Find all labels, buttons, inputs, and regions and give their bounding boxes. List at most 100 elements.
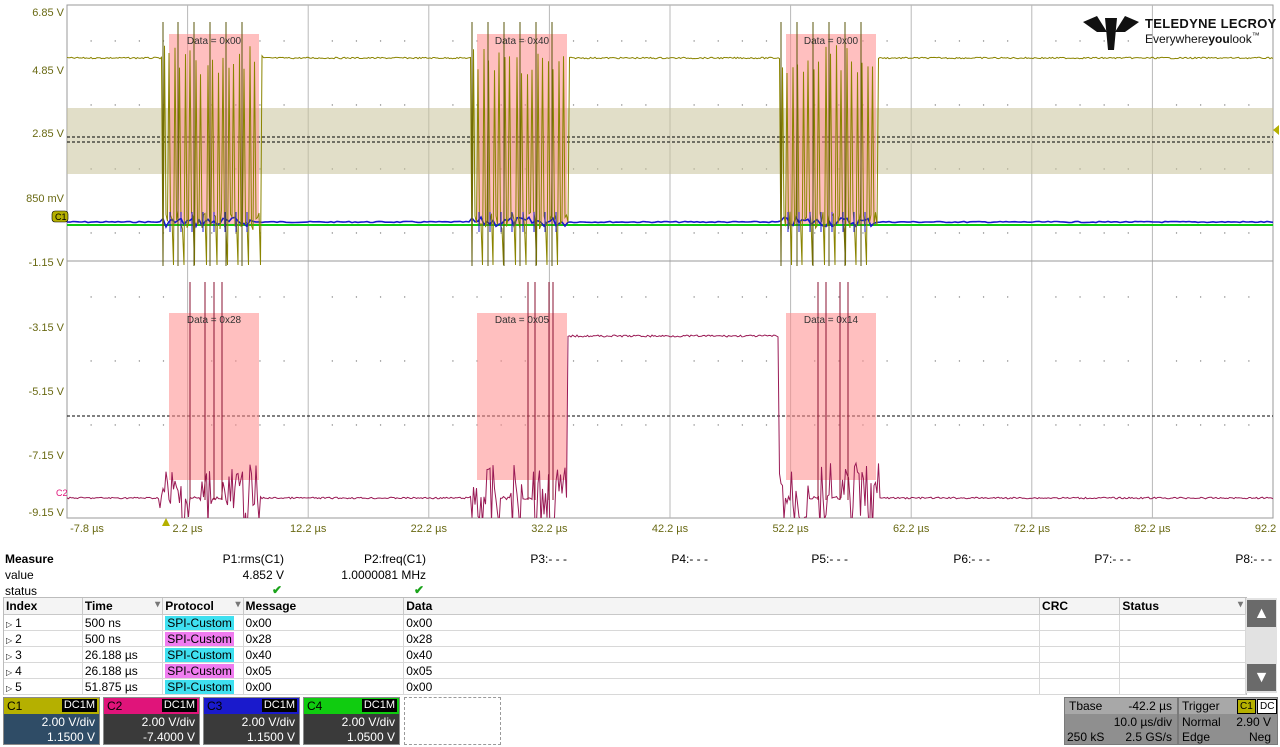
trigger-descriptor[interactable]: Trigger C1 DC Normal 2.90 V Edge Neg — [1178, 697, 1278, 745]
column-header-index[interactable]: Index — [4, 598, 83, 615]
column-header-crc[interactable]: CRC — [1039, 598, 1121, 615]
trigger-mode: Normal — [1182, 715, 1221, 729]
trigger-coupling-badge: DC — [1257, 699, 1278, 714]
table-scrollbar[interactable]: ▲ ▼ — [1246, 598, 1277, 693]
c2-ground-marker[interactable]: C2 — [56, 488, 68, 498]
measure-param-name[interactable]: P1:rms(C1) — [223, 552, 284, 566]
y-axis-tick-label: 4.85 V — [32, 65, 64, 77]
scroll-down-button[interactable]: ▼ — [1247, 664, 1276, 691]
row-time: 26.188 µs — [82, 646, 164, 663]
row-crc — [1039, 662, 1121, 679]
svg-text:C1: C1 — [55, 212, 67, 222]
trigger-type: Edge — [1182, 730, 1211, 744]
decode-data-label: Data = 0x14 — [804, 315, 859, 326]
row-time: 26.188 µs — [82, 662, 164, 679]
brand-name: TELEDYNE LECROY — [1145, 16, 1277, 31]
empty-channel-slot[interactable] — [404, 697, 501, 745]
row-protocol: SPI-Custom — [162, 678, 244, 695]
row-index: ▷ 3 — [4, 646, 83, 663]
x-axis-tick-label: 62.2 µs — [893, 523, 930, 535]
row-status — [1119, 678, 1246, 695]
measure-param-name[interactable]: P7:- - - — [1094, 552, 1131, 566]
measure-param-name[interactable]: P4:- - - — [671, 552, 708, 566]
y-axis-tick-label: -3.15 V — [29, 322, 65, 334]
x-axis-tick-label: 32.2 µs — [531, 523, 568, 535]
row-protocol: SPI-Custom — [162, 662, 244, 679]
x-axis-labels: -7.8 µs 2.2 µs 12.2 µs 22.2 µs 32.2 µs 42.2 µ… — [70, 523, 1280, 535]
y-axis-tick-label: 850 mV — [26, 193, 65, 205]
channel-descriptor-c3[interactable]: C3 DC1M 2.00 V/div 1.1500 V — [203, 697, 300, 745]
c1-ground-marker[interactable]: C1 — [51, 210, 69, 223]
row-data: 0x00 — [403, 678, 1041, 695]
scroll-up-button[interactable]: ▲ — [1247, 600, 1276, 627]
logo-mark-icon — [1083, 16, 1139, 50]
expand-row-icon[interactable]: ▷ — [6, 668, 12, 677]
measure-status-check-icon: ✔ — [413, 583, 424, 597]
channel-vdiv: 2.00 V/div — [141, 715, 195, 729]
expand-row-icon[interactable]: ▷ — [6, 684, 12, 693]
channel-descriptor-c4[interactable]: C4 DC1M 2.00 V/div 1.0500 V — [303, 697, 400, 745]
row-data: 0x00 — [403, 614, 1041, 631]
channel-name: C2 — [107, 699, 123, 713]
measure-param-name[interactable]: P6:- - - — [953, 552, 990, 566]
expand-row-icon[interactable]: ▷ — [6, 620, 12, 629]
table-row[interactable]: ▷ 3 26.188 µs SPI-Custom 0x40 0x40 — [4, 646, 1246, 663]
sort-arrow-icon[interactable]: ▾ — [155, 599, 160, 610]
column-header-protocol[interactable]: Protocol ▾ — [162, 598, 244, 615]
decode-data-label: Data = 0x05 — [495, 315, 550, 326]
table-row[interactable]: ▷ 2 500 ns SPI-Custom 0x28 0x28 — [4, 630, 1246, 647]
row-index: ▷ 5 — [4, 678, 83, 695]
x-axis-tick-label: 52.2 µs — [772, 523, 809, 535]
column-header-time[interactable]: Time ▾ — [82, 598, 164, 615]
sort-arrow-icon[interactable]: ▾ — [236, 599, 241, 610]
channel-name: C3 — [207, 699, 223, 713]
trigger-slope: Neg — [1248, 730, 1271, 744]
measure-param-name[interactable]: P2:freq(C1) — [364, 552, 426, 566]
channel-vdiv: 2.00 V/div — [341, 715, 395, 729]
trigger-level: 2.90 V — [1236, 715, 1271, 729]
channel-offset: 1.1500 V — [246, 730, 295, 744]
row-status — [1119, 646, 1246, 663]
sort-arrow-icon[interactable]: ▾ — [1238, 599, 1243, 610]
row-data: 0x40 — [403, 646, 1041, 663]
y-axis-tick-label: 6.85 V — [32, 7, 64, 19]
measure-param-name[interactable]: P8:- - - — [1235, 552, 1272, 566]
expand-row-icon[interactable]: ▷ — [6, 636, 12, 645]
row-index: ▷ 2 — [4, 630, 83, 647]
y-axis-tick-label: 2.85 V — [32, 128, 64, 140]
row-message: 0x40 — [243, 646, 405, 663]
channel-descriptor-c1[interactable]: C1 DC1M 2.00 V/div 1.1500 V — [3, 697, 100, 745]
channel-name: C4 — [307, 699, 323, 713]
channel-coupling: DC1M — [161, 699, 197, 712]
row-protocol: SPI-Custom — [162, 614, 244, 631]
y-axis-tick-label: -9.15 V — [29, 507, 65, 519]
channel-coupling: DC1M — [61, 699, 97, 712]
decode-data-label: Data = 0x28 — [187, 315, 242, 326]
table-row[interactable]: ▷ 4 26.188 µs SPI-Custom 0x05 0x05 — [4, 662, 1246, 679]
row-time: 500 ns — [82, 630, 164, 647]
expand-row-icon[interactable]: ▷ — [6, 652, 12, 661]
decode-packet-box[interactable] — [786, 313, 876, 480]
measure-value-row-label: value — [5, 568, 34, 582]
row-crc — [1039, 614, 1121, 631]
measure-param-name[interactable]: P3:- - - — [530, 552, 567, 566]
trigger-channel-badge: C1 — [1237, 699, 1256, 714]
decode-table[interactable]: Index Time ▾ Protocol ▾ Message Data CRC Status ▾… — [3, 597, 1247, 695]
timebase-label: Tbase — [1069, 699, 1103, 713]
channel-vdiv: 2.00 V/div — [241, 715, 295, 729]
row-status — [1119, 662, 1246, 679]
column-header-data[interactable]: Data — [403, 598, 1041, 615]
column-header-message[interactable]: Message — [243, 598, 405, 615]
waveform-display[interactable]: Data = 0x00 Data = 0x28 Data = 0x40 Data = … — [0, 0, 1280, 550]
timebase-descriptor[interactable]: Tbase -42.2 µs 10.0 µs/div 250 kS 2.5 GS… — [1064, 697, 1178, 745]
column-header-status[interactable]: Status ▾ — [1119, 598, 1246, 615]
timebase-delay: -42.2 µs — [1128, 699, 1172, 713]
channel-descriptor-c2[interactable]: C2 DC1M 2.00 V/div -7.4000 V — [103, 697, 200, 745]
table-row[interactable]: ▷ 5 51.875 µs SPI-Custom 0x00 0x00 — [4, 678, 1246, 695]
x-axis-tick-label: 92.2 µs — [1255, 523, 1280, 535]
timebase-samples: 250 kS — [1067, 730, 1105, 744]
measure-param-name[interactable]: P5:- - - — [811, 552, 848, 566]
table-row[interactable]: ▷ 1 500 ns SPI-Custom 0x00 0x00 — [4, 614, 1246, 631]
row-crc — [1039, 678, 1121, 695]
decode-data-label: Data = 0x00 — [187, 36, 242, 47]
